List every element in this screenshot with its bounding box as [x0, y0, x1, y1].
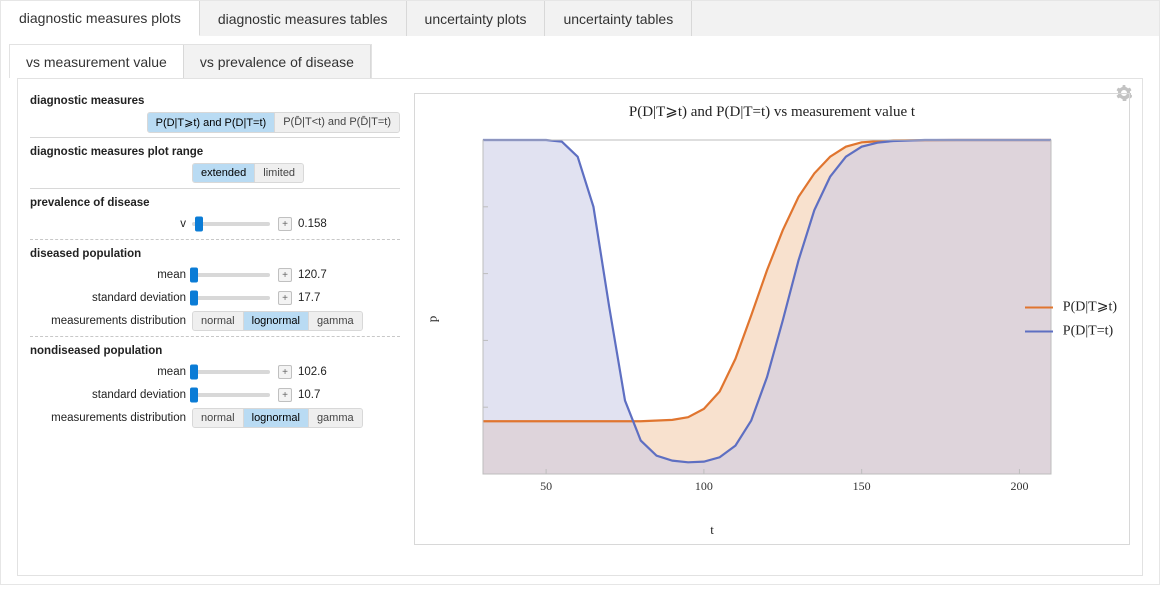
- tab-diagnostic-measures-plots[interactable]: diagnostic measures plots: [1, 1, 200, 36]
- slider-thumb[interactable]: [195, 217, 203, 232]
- setter-plot-range: extended limited: [192, 163, 304, 183]
- plus-icon[interactable]: +: [278, 268, 292, 282]
- svg-text:100: 100: [695, 479, 713, 493]
- label-non-dist: measurements distribution: [30, 412, 192, 424]
- section-title-diseased: diseased population: [30, 246, 400, 264]
- opt-label: gamma: [317, 412, 354, 424]
- svg-text:150: 150: [853, 479, 871, 493]
- opt-pd-tge[interactable]: P(D|T⩾t) and P(D|T=t): [148, 113, 276, 132]
- value-prevalence: 0.158: [298, 218, 327, 230]
- slider-dis-sd[interactable]: [192, 296, 270, 300]
- tab-label: vs prevalence of disease: [200, 54, 354, 70]
- label-non-mean: mean: [30, 366, 192, 378]
- opt-label: extended: [201, 167, 246, 179]
- legend-swatch: [1025, 306, 1053, 308]
- tab-label: uncertainty plots: [425, 11, 527, 27]
- slider-thumb[interactable]: [190, 388, 198, 403]
- slider-thumb[interactable]: [190, 291, 198, 306]
- section-title-diagnostic-measures: diagnostic measures: [30, 93, 400, 111]
- opt-label: normal: [201, 412, 235, 424]
- legend-label: P(D|T=t): [1063, 324, 1113, 340]
- value-dis-sd: 17.7: [298, 292, 320, 304]
- opt-label: gamma: [317, 315, 354, 327]
- svg-text:200: 200: [1010, 479, 1028, 493]
- tab-label: uncertainty tables: [563, 11, 673, 27]
- tabs-top: diagnostic measures plots diagnostic mea…: [0, 0, 1160, 36]
- opt-label: P(D|T⩾t) and P(D|T=t): [156, 117, 267, 129]
- svg-text:50: 50: [540, 479, 552, 493]
- plus-icon[interactable]: +: [278, 388, 292, 402]
- tab-vs-prevalence-of-disease[interactable]: vs prevalence of disease: [184, 45, 371, 78]
- tab-vs-measurement-value[interactable]: vs measurement value: [10, 45, 184, 78]
- slider-prevalence[interactable]: [192, 222, 270, 226]
- opt-label: lognormal: [252, 315, 300, 327]
- opt-pdbar-tlt[interactable]: P(D̄|T<t) and P(D̄|T=t): [275, 113, 399, 132]
- opt-dis-normal[interactable]: normal: [193, 312, 244, 330]
- label-non-sd: standard deviation: [30, 389, 192, 401]
- slider-thumb[interactable]: [190, 365, 198, 380]
- chart-title: P(D|T⩾t) and P(D|T=t) vs measurement val…: [415, 94, 1129, 121]
- legend-label: P(D|T⩾t): [1063, 299, 1117, 316]
- opt-extended[interactable]: extended: [193, 164, 255, 182]
- axis-label-y: p: [424, 316, 440, 323]
- tab-uncertainty-plots[interactable]: uncertainty plots: [407, 1, 546, 36]
- slider-non-mean[interactable]: [192, 370, 270, 374]
- setter-non-dist: normal lognormal gamma: [192, 408, 363, 428]
- value-dis-mean: 120.7: [298, 269, 327, 281]
- setter-dis-dist: normal lognormal gamma: [192, 311, 363, 331]
- label-dis-dist: measurements distribution: [30, 315, 192, 327]
- plus-icon[interactable]: +: [278, 291, 292, 305]
- tab-label: diagnostic measures plots: [19, 10, 181, 26]
- plus-icon[interactable]: +: [278, 217, 292, 231]
- tabs-sub: vs measurement value vs prevalence of di…: [9, 44, 372, 78]
- value-non-mean: 102.6: [298, 366, 327, 378]
- content-panel: diagnostic measures P(D|T⩾t) and P(D|T=t…: [17, 78, 1143, 576]
- legend-entry-orange: P(D|T⩾t): [1025, 299, 1117, 316]
- legend-swatch: [1025, 331, 1053, 333]
- tab-diagnostic-measures-tables[interactable]: diagnostic measures tables: [200, 1, 407, 36]
- legend-entry-blue: P(D|T=t): [1025, 324, 1117, 340]
- controls-column: diagnostic measures P(D|T⩾t) and P(D|T=t…: [30, 89, 400, 571]
- tab-label: diagnostic measures tables: [218, 11, 388, 27]
- value-non-sd: 10.7: [298, 389, 320, 401]
- opt-limited[interactable]: limited: [255, 164, 303, 182]
- slider-non-sd[interactable]: [192, 393, 270, 397]
- tabs-sub-bar: vs measurement value vs prevalence of di…: [0, 36, 1160, 585]
- opt-dis-gamma[interactable]: gamma: [309, 312, 362, 330]
- section-title-plot-range: diagnostic measures plot range: [30, 144, 400, 162]
- chart-plot: 0.00.20.40.60.81.050100150200: [477, 134, 1057, 504]
- label-dis-sd: standard deviation: [30, 292, 192, 304]
- opt-dis-lognormal[interactable]: lognormal: [244, 312, 309, 330]
- slider-thumb[interactable]: [190, 268, 198, 283]
- slider-dis-mean[interactable]: [192, 273, 270, 277]
- label-dis-mean: mean: [30, 269, 192, 281]
- setter-diagnostic-measures: P(D|T⩾t) and P(D|T=t) P(D̄|T<t) and P(D̄…: [147, 112, 400, 133]
- opt-label: normal: [201, 315, 235, 327]
- opt-non-lognormal[interactable]: lognormal: [244, 409, 309, 427]
- opt-label: limited: [263, 167, 295, 179]
- opt-non-normal[interactable]: normal: [193, 409, 244, 427]
- tab-uncertainty-tables[interactable]: uncertainty tables: [545, 1, 692, 36]
- chart-legend: P(D|T⩾t) P(D|T=t): [1025, 291, 1117, 348]
- chart-frame: P(D|T⩾t) and P(D|T=t) vs measurement val…: [414, 93, 1130, 545]
- axis-label-x: t: [415, 522, 1009, 538]
- opt-label: lognormal: [252, 412, 300, 424]
- plus-icon[interactable]: +: [278, 365, 292, 379]
- opt-label: P(D̄|T<t) and P(D̄|T=t): [283, 116, 391, 128]
- section-title-prevalence: prevalence of disease: [30, 195, 400, 213]
- label-v: v: [30, 218, 192, 230]
- opt-non-gamma[interactable]: gamma: [309, 409, 362, 427]
- section-title-nondiseased: nondiseased population: [30, 343, 400, 361]
- tab-label: vs measurement value: [26, 54, 167, 70]
